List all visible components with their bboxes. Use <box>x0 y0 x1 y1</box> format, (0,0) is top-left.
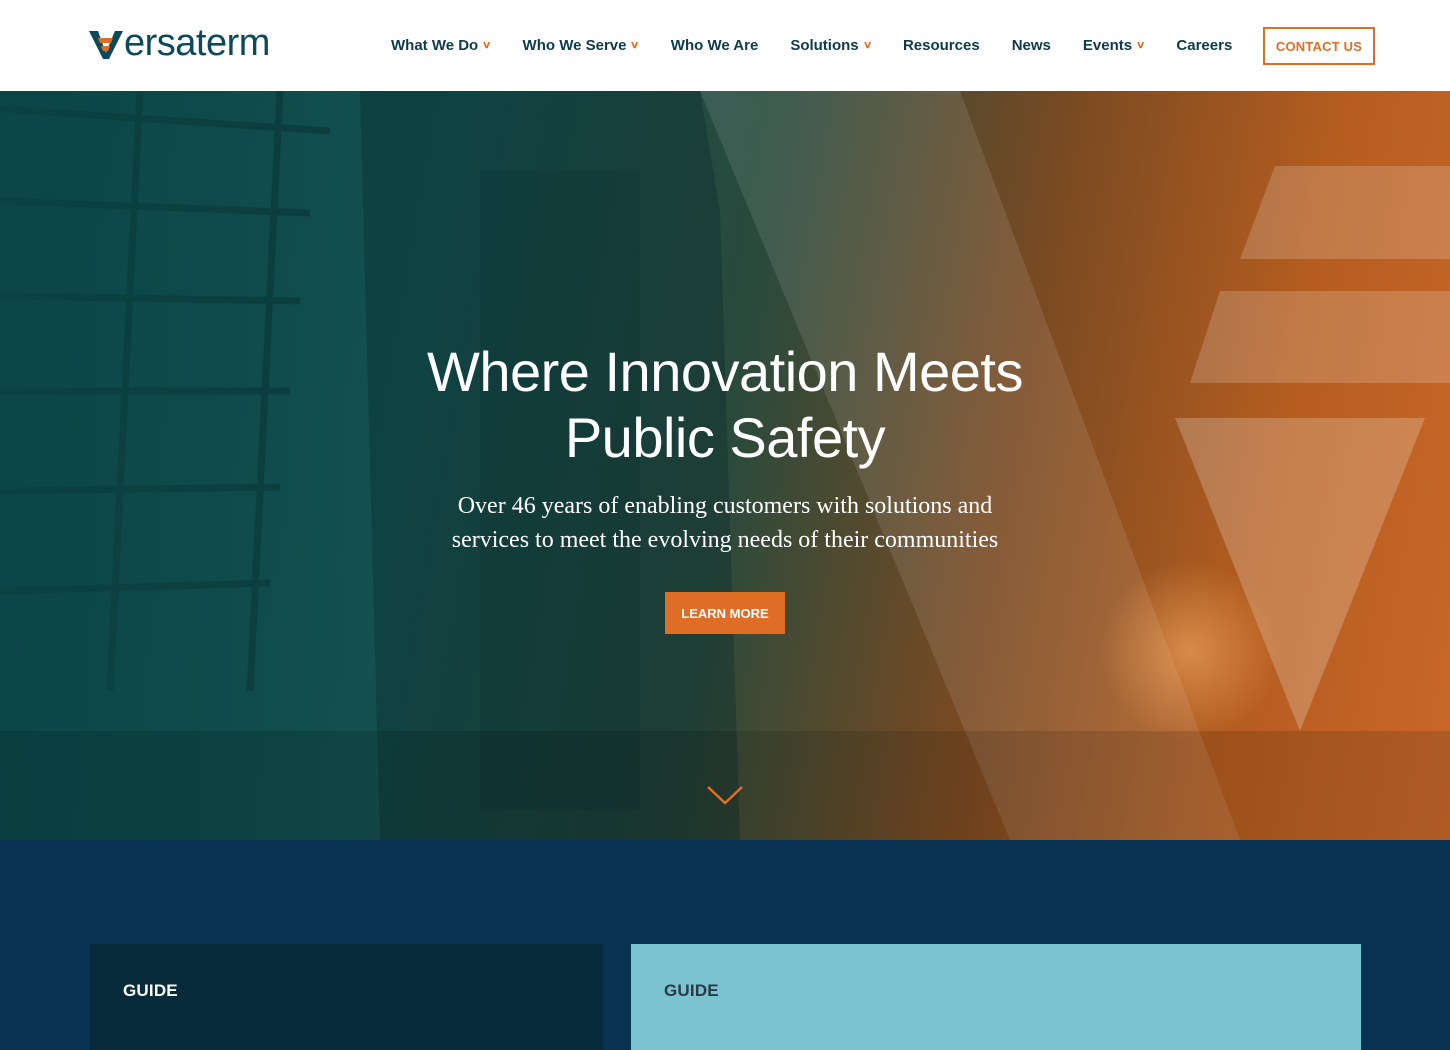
contact-us-button[interactable]: CONTACT US <box>1263 27 1375 65</box>
main-nav: What We Do ∨ Who We Serve ∨ Who We Are S… <box>391 0 1264 91</box>
hero-title-line-1: Where Innovation Meets <box>427 340 1023 403</box>
guide-card-label: GUIDE <box>664 981 719 1000</box>
chevron-down-icon[interactable] <box>706 784 744 806</box>
nav-item-label: What We Do <box>391 37 479 54</box>
chevron-down-icon: ∨ <box>1135 40 1146 51</box>
nav-item-label: Resources <box>902 37 980 54</box>
logo-wordmark: ersaterm <box>124 22 270 64</box>
guide-card[interactable]: GUIDE <box>631 944 1361 1050</box>
guide-card-label: GUIDE <box>123 981 178 1000</box>
hero-section: Where Innovation Meets Public Safety Ove… <box>0 91 1450 840</box>
nav-item-label: Solutions <box>790 37 859 54</box>
hero-title: Where Innovation Meets Public Safety <box>0 339 1450 471</box>
nav-item-who-we-are[interactable]: Who We Are <box>671 37 759 54</box>
nav-item-who-we-serve[interactable]: Who We Serve ∨ <box>522 37 640 54</box>
nav-item-resources[interactable]: Resources <box>903 37 980 54</box>
nav-item-careers[interactable]: Careers <box>1176 37 1232 54</box>
hero-subtitle-line-1: Over 46 years of enabling customers with… <box>457 493 993 519</box>
site-header: ersaterm What We Do ∨ Who We Serve ∨ Who… <box>0 0 1450 91</box>
versaterm-logo[interactable]: ersaterm <box>89 22 270 64</box>
nav-item-solutions[interactable]: Solutions ∨ <box>790 37 873 54</box>
hero-subtitle: Over 46 years of enabling customers with… <box>425 489 1025 557</box>
nav-item-news[interactable]: News <box>1012 37 1051 54</box>
logo-v-mark-icon <box>89 31 123 59</box>
chevron-down-icon: ∨ <box>482 40 492 51</box>
nav-item-label: Who We Serve <box>522 37 627 54</box>
chevron-down-icon: ∨ <box>862 40 873 51</box>
nav-item-label: Careers <box>1176 37 1233 54</box>
nav-item-label: Who We Are <box>670 37 759 54</box>
nav-item-label: Events <box>1082 37 1133 54</box>
learn-more-button[interactable]: LEARN MORE <box>665 592 785 634</box>
nav-item-what-we-do[interactable]: What We Do ∨ <box>391 37 492 54</box>
chevron-down-icon: ∨ <box>630 40 640 51</box>
hero-subtitle-line-2: services to meet the evolving needs of t… <box>451 527 999 553</box>
guides-section: GUIDE GUIDE <box>0 840 1450 1050</box>
hero-title-line-2: Public Safety <box>564 406 886 469</box>
nav-item-label: News <box>1011 37 1051 54</box>
guide-card[interactable]: GUIDE <box>90 944 603 1050</box>
nav-item-events[interactable]: Events ∨ <box>1082 37 1146 54</box>
